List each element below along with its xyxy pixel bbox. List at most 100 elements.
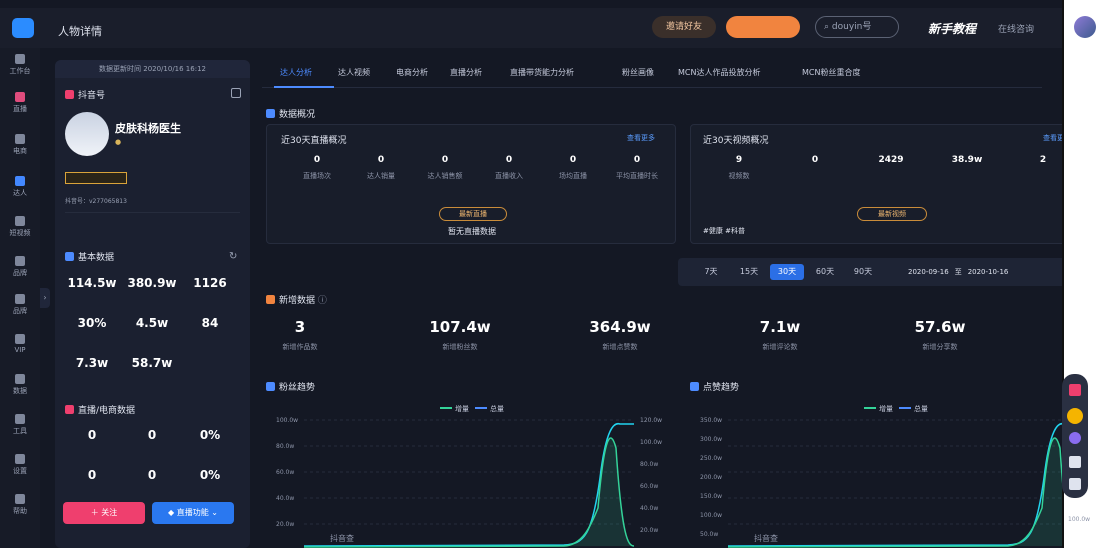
- y-tick-label: 200.0w: [700, 474, 723, 481]
- invite-button[interactable]: 邀请好友: [652, 16, 716, 38]
- tab-0[interactable]: 达人分析: [280, 67, 312, 78]
- new-stat: 7.1w 新增评论数: [730, 318, 830, 352]
- trend-icon: [690, 382, 699, 391]
- tutorial-link[interactable]: 新手教程: [928, 20, 976, 37]
- sidebar-item-11[interactable]: 帮助: [4, 494, 36, 516]
- info-icon[interactable]: ⓘ: [318, 296, 327, 306]
- sidebar-item-9[interactable]: 工具: [4, 414, 36, 436]
- stat-label: 场均直播: [559, 172, 587, 180]
- collapse-handle[interactable]: ›: [40, 288, 50, 308]
- range-option-0[interactable]: 7天: [694, 264, 728, 280]
- y2-tick-label: 60.0w: [640, 483, 659, 490]
- promo-button[interactable]: [726, 16, 800, 38]
- douyin-id: 抖音号：v277065813: [65, 198, 127, 205]
- edit-icon[interactable]: [231, 88, 241, 98]
- tab-2[interactable]: 电商分析: [396, 67, 428, 78]
- nav-icon: [15, 176, 25, 186]
- follow-button[interactable]: ＋ 关注: [63, 502, 145, 524]
- legend-label: 总量: [490, 405, 504, 413]
- range-option-2[interactable]: 30天: [770, 264, 804, 280]
- latest-live-button[interactable]: 最新直播: [439, 207, 507, 221]
- stat-value: 38.9w: [951, 155, 983, 165]
- play-shortcut-icon[interactable]: [1069, 478, 1081, 490]
- left-nav: 工作台 直播 电商 达人 短视频 品牌 品牌 VIP 数据 工具 设置 帮助: [0, 48, 40, 548]
- vip-shortcut-icon[interactable]: [1067, 408, 1083, 424]
- video-overview-stat: 38.9w: [939, 155, 995, 171]
- base-stat: 114.5w: [67, 276, 117, 294]
- tab-3[interactable]: 直播分析: [450, 67, 482, 78]
- range-option-4[interactable]: 90天: [846, 264, 880, 280]
- live-more-link[interactable]: 查看更多: [627, 133, 655, 143]
- stat-value: 2429: [878, 155, 904, 165]
- stat-value: 2: [1039, 155, 1047, 165]
- sidebar-item-label: 工具: [13, 427, 27, 435]
- tab-4[interactable]: 直播带货能力分析: [510, 67, 574, 78]
- sidebar-item-2[interactable]: 电商: [4, 134, 36, 156]
- base-stat: 7.3w: [67, 356, 117, 374]
- date-picker[interactable]: 2020-09-16 至 2020-10-16: [908, 264, 1062, 280]
- new-stat: 107.4w 新增粉丝数: [410, 318, 510, 352]
- video-panel-title: 近30天视频概况: [703, 136, 769, 146]
- stat-label: 平均直播时长: [616, 172, 658, 180]
- chart-watermark: 抖音查: [754, 534, 778, 543]
- tab-6[interactable]: MCN达人作品投放分析: [678, 67, 760, 78]
- follow-label: 关注: [101, 508, 118, 517]
- service-shortcut-icon[interactable]: [1069, 432, 1081, 444]
- profile-name: 皮肤科杨医生: [115, 122, 181, 135]
- legend-label: 总量: [914, 405, 928, 413]
- legend-label: 增量: [455, 405, 469, 413]
- video-overview-panel: 近30天视频概况 查看更多 9 视频数 0 2429 38.9w 2 最新视频 #健康 #…: [690, 124, 1062, 244]
- y-tick-label: 20.0w: [276, 521, 295, 528]
- live-function-button[interactable]: ◆ 直播功能 ⌄: [152, 502, 234, 524]
- stat-value: 0: [441, 155, 449, 165]
- video-more-link[interactable]: 查看更多: [1043, 133, 1062, 143]
- chart-shortcut-icon[interactable]: [1069, 384, 1081, 396]
- sidebar-item-5[interactable]: 品牌: [4, 256, 36, 278]
- sidebar-item-1[interactable]: 直播: [4, 92, 36, 114]
- sidebar-item-10[interactable]: 设置: [4, 454, 36, 476]
- range-option-3[interactable]: 60天: [808, 264, 842, 280]
- live-overview-stat: 0 达人销量: [353, 155, 409, 181]
- nav-icon: [15, 334, 25, 344]
- sidebar-item-0[interactable]: 工作台: [4, 54, 36, 76]
- y-tick-label: 250.0w: [700, 455, 723, 462]
- update-time: 数据更新时间 2020/10/16 16:12: [55, 60, 250, 78]
- nav-icon: [15, 134, 25, 144]
- live-empty-text: 暂无直播数据: [448, 227, 496, 236]
- sidebar-item-3[interactable]: 达人: [4, 176, 36, 198]
- live-overview-stat: 0 达人销售额: [417, 155, 473, 181]
- live-stat: 0%: [185, 468, 235, 486]
- sidebar-item-4[interactable]: 短视频: [4, 216, 36, 238]
- rank-badge[interactable]: [65, 172, 127, 184]
- latest-video-button[interactable]: 最新视频: [857, 207, 927, 221]
- tab-7[interactable]: MCN粉丝重合度: [802, 67, 860, 78]
- sidebar-item-7[interactable]: VIP: [4, 334, 36, 354]
- refresh-icon[interactable]: ↻: [229, 251, 237, 262]
- profile-card: 数据更新时间 2020/10/16 16:12 抖音号 皮肤科杨医生 ● 抖音号…: [55, 60, 250, 548]
- tab-1[interactable]: 达人视频: [338, 67, 370, 78]
- stat-value: 0: [569, 155, 577, 165]
- sidebar-item-6[interactable]: 品牌: [4, 294, 36, 316]
- new-data-label: 新增数据: [279, 296, 316, 306]
- base-stat: 84: [185, 316, 235, 334]
- date-to: 至: [954, 268, 962, 276]
- live-data-label: 直播/电商数据: [78, 406, 136, 416]
- app-logo-icon[interactable]: [12, 18, 34, 38]
- new-stat: 57.6w 新增分享数: [890, 318, 990, 352]
- home-shortcut-icon[interactable]: [1069, 456, 1081, 468]
- increment-series-line: [304, 437, 634, 548]
- stat-value: 3: [294, 318, 306, 336]
- stat-label: 新增作品数: [282, 343, 318, 351]
- stat-label: 直播收入: [495, 172, 523, 180]
- tab-5[interactable]: 粉丝画像: [622, 67, 654, 78]
- total-series-line: [304, 422, 634, 547]
- range-option-1[interactable]: 15天: [732, 264, 766, 280]
- search-input[interactable]: ⌕ douyin号: [815, 16, 899, 38]
- user-avatar[interactable]: [1074, 16, 1096, 38]
- legend-swatch: [440, 407, 452, 409]
- increment-series-line: [728, 437, 1062, 548]
- sidebar-item-8[interactable]: 数据: [4, 374, 36, 396]
- new-stat: 3 新增作品数: [250, 318, 350, 352]
- support-link[interactable]: 在线咨询: [998, 22, 1034, 35]
- stat-label: 达人销售额: [427, 172, 463, 180]
